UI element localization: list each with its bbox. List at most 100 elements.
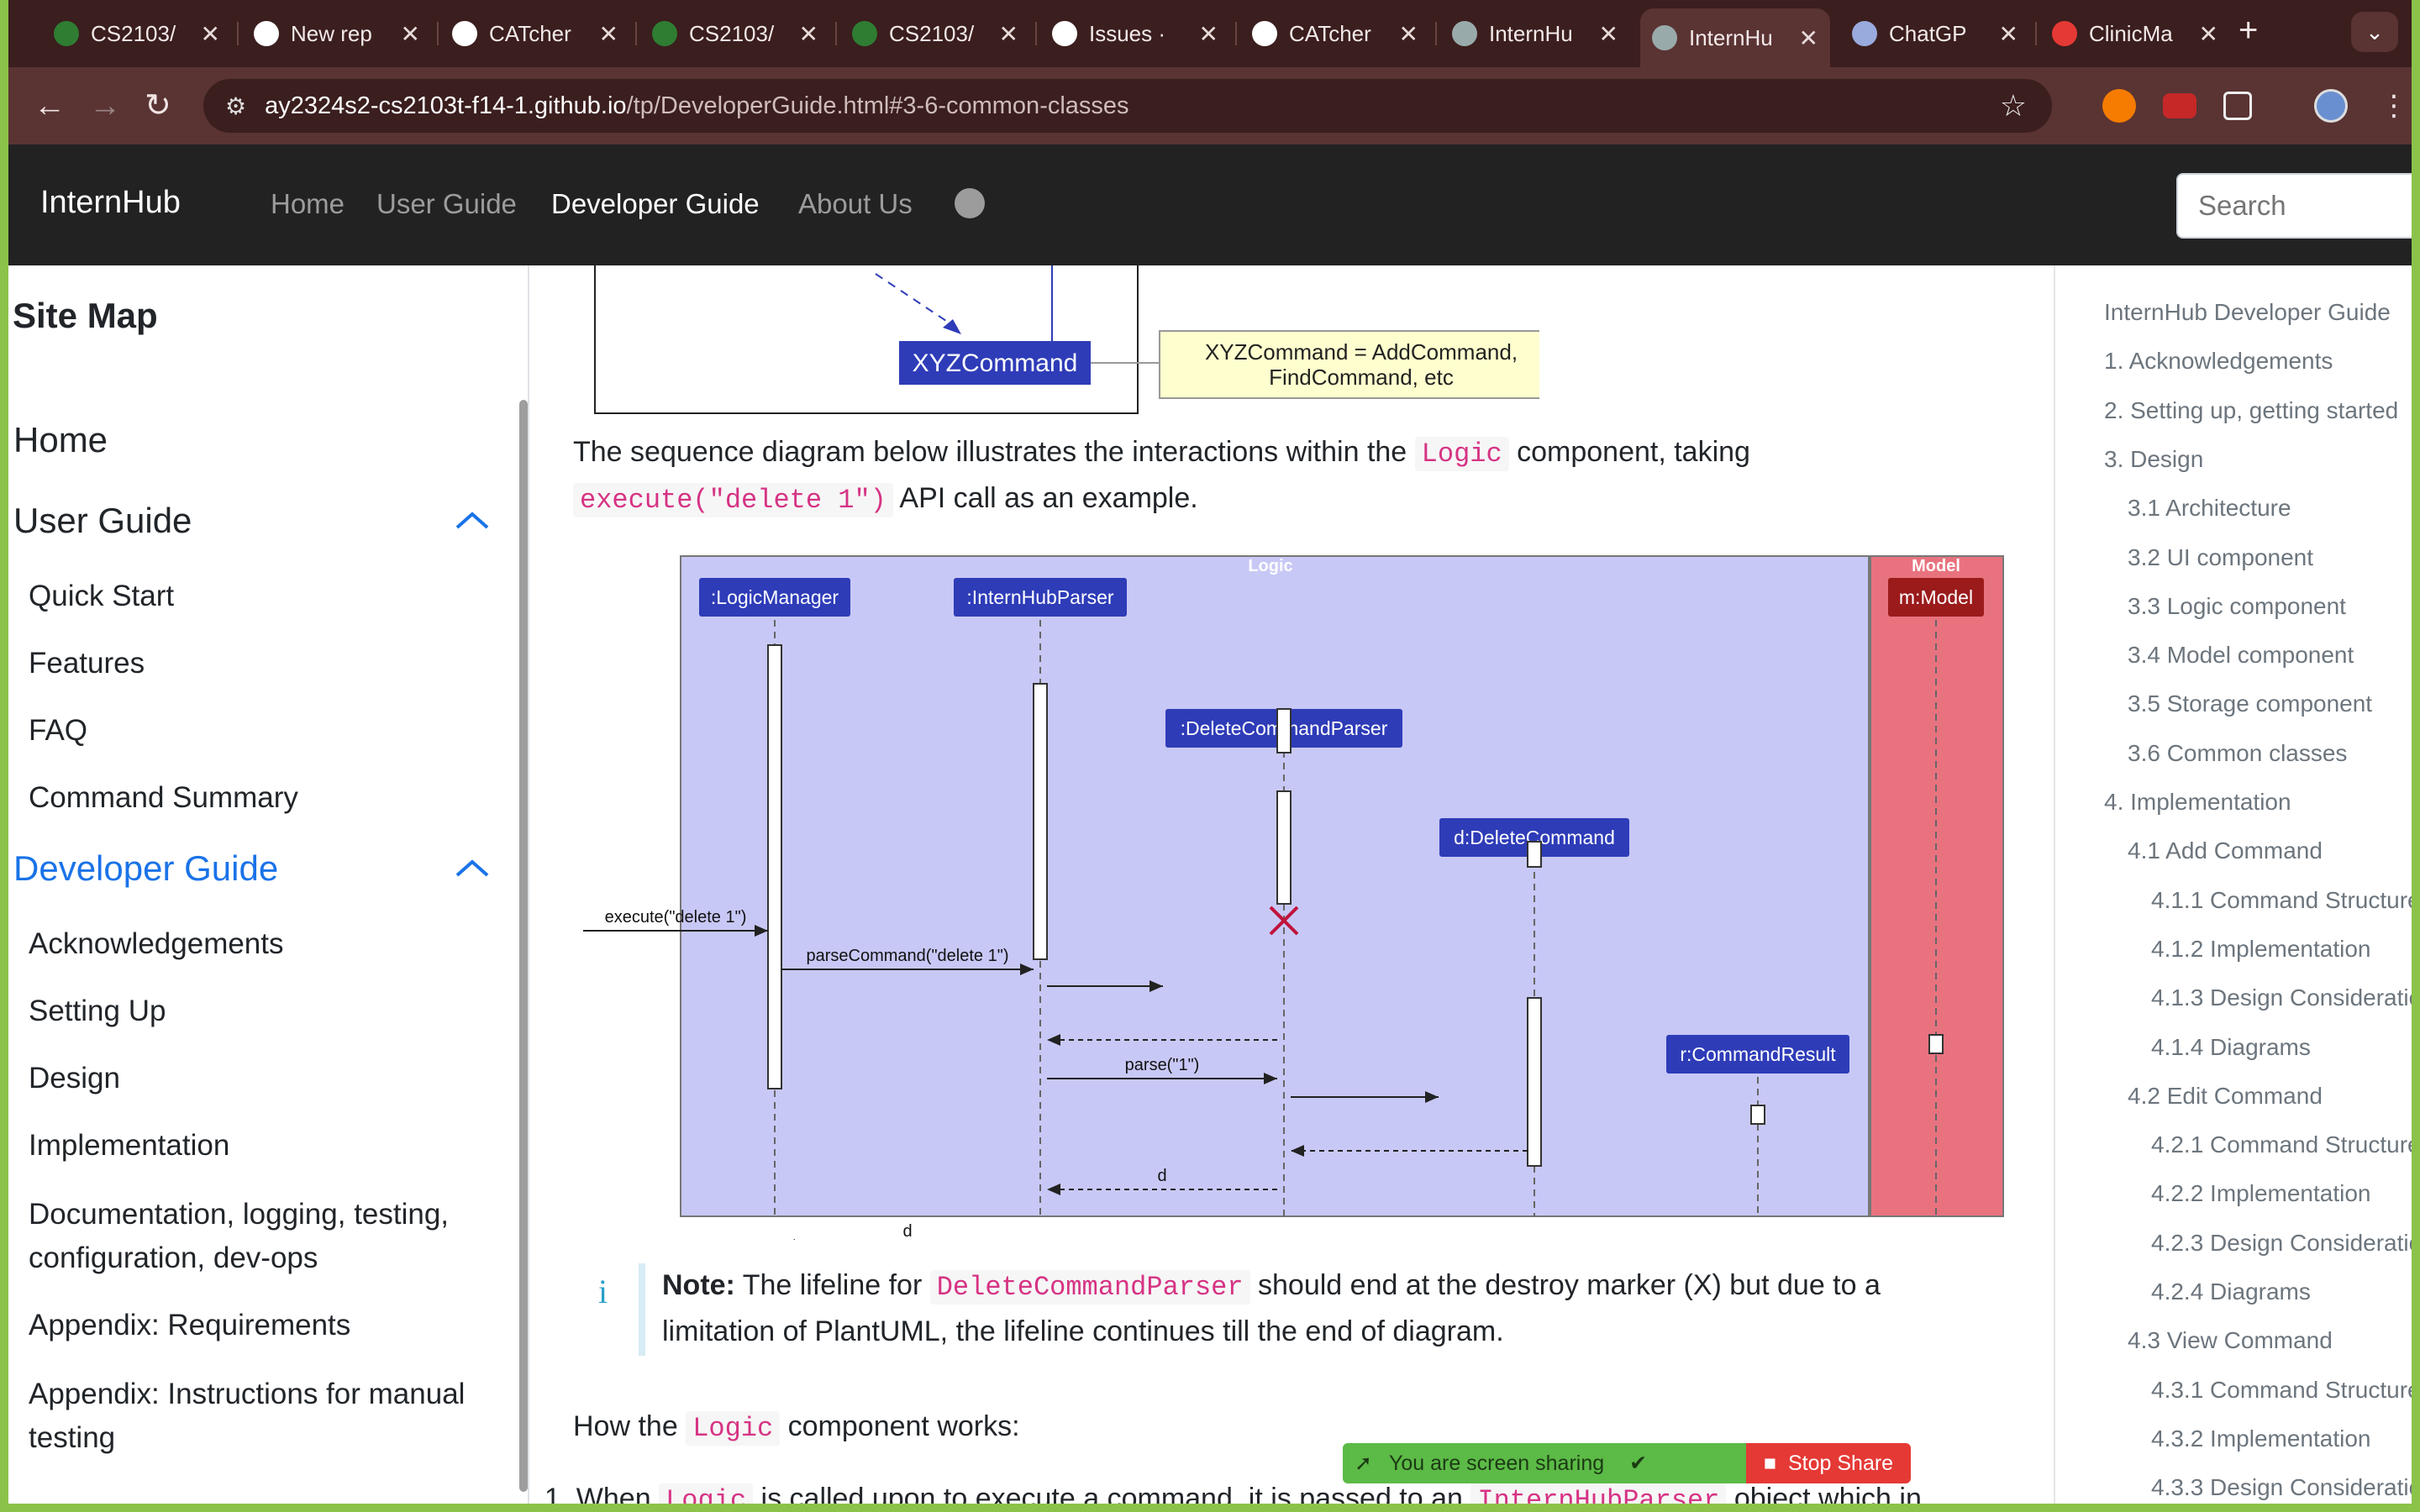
- chevron-up-icon[interactable]: [454, 858, 491, 879]
- tab-close-icon[interactable]: ✕: [799, 20, 818, 48]
- toc-item[interactable]: 4.2.2 Implementation: [2151, 1180, 2371, 1207]
- toc-item[interactable]: 4.1.3 Design Consideratio: [2151, 984, 2412, 1011]
- nav-about-us[interactable]: About Us: [798, 188, 913, 220]
- forward-icon[interactable]: →: [89, 87, 121, 124]
- extension-icon-1[interactable]: [2102, 89, 2136, 123]
- extension-icon-2[interactable]: [2163, 93, 2196, 118]
- browser-tab[interactable]: CS2103/ ✕: [840, 10, 1030, 57]
- tab-close-icon[interactable]: ✕: [1399, 20, 1418, 48]
- toc-item[interactable]: 3.2 UI component: [2128, 544, 2313, 571]
- toc-item[interactable]: InternHub Developer Guide: [2104, 299, 2391, 326]
- sidebar-item-requirements[interactable]: Appendix: Requirements: [29, 1304, 350, 1347]
- browser-tab[interactable]: New rep ✕: [242, 10, 432, 57]
- toc-item[interactable]: 3. Design: [2104, 446, 2203, 473]
- tab-close-icon[interactable]: ✕: [1599, 20, 1618, 48]
- toc-item[interactable]: 3.3 Logic component: [2128, 593, 2346, 620]
- toc-item[interactable]: 3.4 Model component: [2128, 642, 2354, 669]
- toc-item[interactable]: 4.1.1 Command Structure: [2151, 887, 2412, 914]
- browser-tab[interactable]: InternHu ✕: [1640, 8, 1830, 67]
- activation-bar: [1276, 790, 1292, 905]
- tab-close-icon[interactable]: ✕: [401, 20, 420, 48]
- sidebar-item-manual-testing-cont[interactable]: testing: [29, 1416, 115, 1460]
- browser-tab[interactable]: CS2103/ ✕: [640, 10, 830, 57]
- tab-close-icon[interactable]: ✕: [1799, 24, 1818, 52]
- tab-separator: [237, 22, 239, 45]
- sidebar-scrollbar[interactable]: [519, 400, 528, 1492]
- nav-developer-guide[interactable]: Developer Guide: [551, 188, 760, 220]
- sidebar-item-command-summary[interactable]: Command Summary: [29, 776, 298, 820]
- tab-close-icon[interactable]: ✕: [201, 20, 220, 48]
- menu-kebab-icon[interactable]: ⋮: [2380, 87, 2408, 124]
- tab-title: ChatGP: [1889, 20, 1967, 46]
- browser-tab[interactable]: ChatGP ✕: [1840, 10, 2030, 57]
- tab-title: InternHu: [1489, 20, 1573, 46]
- sidebar-item-quick-start[interactable]: Quick Start: [29, 575, 174, 618]
- sidebar-item-acknowledgements[interactable]: Acknowledgements: [29, 922, 284, 966]
- toc-item[interactable]: 4.1 Add Command: [2128, 837, 2323, 864]
- browser-tab[interactable]: InternHu ✕: [1440, 10, 1630, 57]
- reload-icon[interactable]: ↻: [145, 87, 171, 124]
- toc-item[interactable]: 4.2 Edit Command: [2128, 1083, 2323, 1110]
- tab-close-icon[interactable]: ✕: [2199, 20, 2218, 48]
- browser-tab[interactable]: Issues · ✕: [1040, 10, 1230, 57]
- back-icon[interactable]: ←: [34, 87, 66, 124]
- step-text-2: is called upon to execute a command, it …: [753, 1483, 1471, 1504]
- profile-avatar[interactable]: [2314, 89, 2348, 123]
- tab-favicon-icon: [54, 21, 79, 46]
- toc-item[interactable]: 1. Acknowledgements: [2104, 348, 2333, 375]
- sidebar-item-documentation-cont[interactable]: configuration, dev-ops: [29, 1236, 318, 1280]
- sidebar-item-implementation[interactable]: Implementation: [29, 1124, 229, 1168]
- search-input[interactable]: [2176, 173, 2412, 239]
- toc-item[interactable]: 4.2.1 Command Structure: [2151, 1131, 2412, 1158]
- toc-item[interactable]: 3.6 Common classes: [2128, 740, 2347, 767]
- tab-title: CATcher: [1289, 20, 1371, 46]
- nav-home[interactable]: Home: [271, 188, 345, 220]
- participant-label: m:Model: [1899, 586, 1973, 608]
- tab-close-icon[interactable]: ✕: [599, 20, 618, 48]
- sidebar-item-home[interactable]: Home: [13, 420, 108, 460]
- toc-item[interactable]: 4.1.4 Diagrams: [2151, 1034, 2311, 1061]
- nav-user-guide[interactable]: User Guide: [376, 188, 517, 220]
- extensions-puzzle-icon[interactable]: [2223, 92, 2252, 120]
- stop-share-button[interactable]: ■ Stop Share: [1746, 1443, 1911, 1483]
- sidebar-item-features[interactable]: Features: [29, 642, 145, 685]
- new-tab-button[interactable]: +: [2238, 12, 2258, 50]
- toc-item[interactable]: 4.3.2 Implementation: [2151, 1425, 2371, 1452]
- activation-bar: [1527, 997, 1542, 1167]
- browser-tab[interactable]: CS2103/ ✕: [42, 10, 232, 57]
- sidebar-item-setting-up[interactable]: Setting Up: [29, 990, 166, 1033]
- toc-item[interactable]: 4.2.3 Design Consideratio: [2151, 1230, 2412, 1257]
- message-label: d: [902, 1222, 912, 1240]
- toc-item[interactable]: 4.3.3 Design Consideratio: [2151, 1474, 2412, 1501]
- sidebar-item-faq[interactable]: FAQ: [29, 709, 87, 753]
- sidebar-item-design[interactable]: Design: [29, 1057, 120, 1100]
- sidebar-item-documentation[interactable]: Documentation, logging, testing,: [29, 1193, 449, 1236]
- github-icon[interactable]: [955, 188, 985, 218]
- sidebar-item-manual-testing[interactable]: Appendix: Instructions for manual: [29, 1373, 465, 1416]
- toc-item[interactable]: 4.1.2 Implementation: [2151, 936, 2371, 963]
- toc-item[interactable]: 4.3 View Command: [2128, 1327, 2333, 1354]
- site-brand[interactable]: InternHub: [40, 185, 181, 221]
- chevron-up-icon[interactable]: [454, 511, 491, 531]
- tab-search-button[interactable]: ⌄: [2351, 12, 2398, 52]
- toc-item[interactable]: 2. Setting up, getting started: [2104, 397, 2398, 424]
- tab-close-icon[interactable]: ✕: [1999, 20, 2018, 48]
- toc-item[interactable]: 4.3.1 Command Structure: [2151, 1377, 2412, 1404]
- toc-item[interactable]: 4. Implementation: [2104, 789, 2291, 816]
- sidebar-item-user-guide[interactable]: User Guide: [13, 501, 192, 541]
- address-bar[interactable]: ⚙ ay2324s2-cs2103t-f14-1.github.io/tp/De…: [203, 79, 2052, 133]
- toc-item[interactable]: 3.5 Storage component: [2128, 690, 2372, 717]
- browser-tab[interactable]: ClinicMa ✕: [2040, 10, 2230, 57]
- stop-icon: ■: [1763, 1451, 1776, 1475]
- site-info-icon[interactable]: ⚙: [225, 92, 246, 120]
- toc-item[interactable]: 3.1 Architecture: [2128, 495, 2291, 522]
- browser-tab[interactable]: CATcher ✕: [440, 10, 630, 57]
- note-text-1: The lifeline for: [734, 1269, 930, 1301]
- info-icon: i: [598, 1273, 608, 1310]
- toc-item[interactable]: 4.2.4 Diagrams: [2151, 1278, 2311, 1305]
- browser-tab[interactable]: CATcher ✕: [1240, 10, 1430, 57]
- bookmark-star-icon[interactable]: ☆: [2000, 88, 2027, 123]
- tab-close-icon[interactable]: ✕: [1199, 20, 1218, 48]
- sidebar-item-developer-guide[interactable]: Developer Guide: [13, 848, 278, 889]
- tab-close-icon[interactable]: ✕: [999, 20, 1018, 48]
